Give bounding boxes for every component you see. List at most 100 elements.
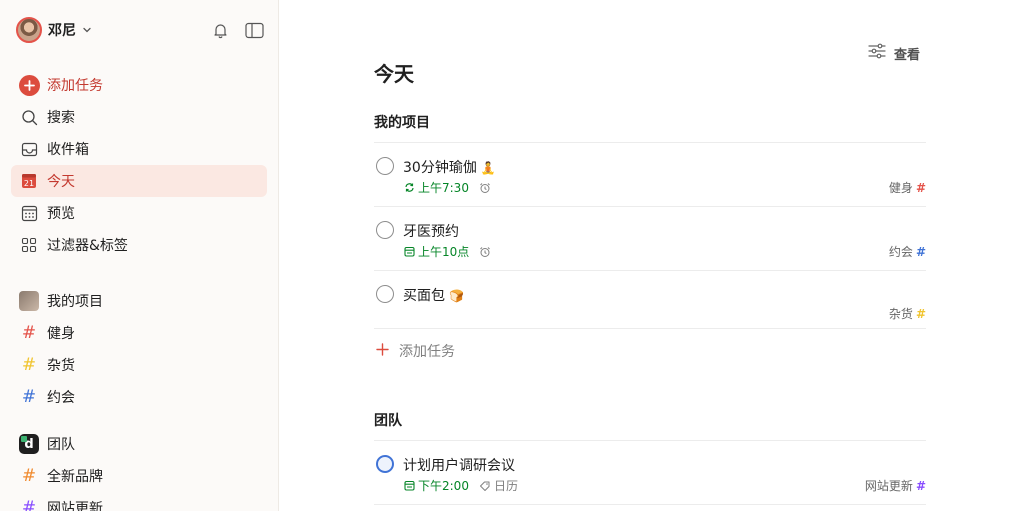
sidebar-item-label: 过滤器&标签 bbox=[47, 238, 128, 254]
task-checkbox[interactable] bbox=[376, 285, 394, 303]
recurring-icon bbox=[405, 183, 414, 192]
page-title: 今天 bbox=[374, 62, 414, 86]
sidebar-item-label: 搜索 bbox=[47, 110, 75, 126]
calendar-grid-icon bbox=[18, 202, 40, 224]
hash-icon: # bbox=[21, 466, 37, 486]
user-name[interactable]: 邓尼 bbox=[48, 20, 76, 40]
user-avatar[interactable] bbox=[16, 17, 42, 43]
task-checkbox[interactable] bbox=[376, 157, 394, 175]
task-name: 买面包 bbox=[403, 288, 445, 304]
team-avatar-letter: d bbox=[24, 436, 34, 452]
hash-icon: # bbox=[915, 181, 926, 195]
task-divider bbox=[374, 328, 926, 329]
section-title-team: 团队 bbox=[374, 413, 402, 429]
main-content: 查看 今天 我的项目 30分钟瑜伽 🧘 上午7:30 健身 # 牙医预约 上午1… bbox=[280, 0, 1021, 511]
sidebar-item-label: 今天 bbox=[47, 174, 75, 190]
sidebar-item-groceries[interactable]: # 杂货 bbox=[11, 349, 267, 381]
task-project-tag[interactable]: 约会 # bbox=[889, 243, 926, 260]
filters-grid-icon bbox=[18, 234, 40, 256]
sidebar-item-website-update[interactable]: # 网站更新 bbox=[11, 492, 267, 511]
hash-icon: # bbox=[21, 387, 37, 407]
bell-icon[interactable] bbox=[210, 20, 230, 40]
sidebar-item-label: 预览 bbox=[47, 206, 75, 222]
task-project: 杂货 bbox=[888, 307, 913, 321]
task-meta: 上午10点 bbox=[404, 243, 491, 260]
task-emoji: 🍞 bbox=[449, 289, 464, 303]
hash-icon: # bbox=[21, 323, 37, 343]
calendar-icon bbox=[404, 480, 415, 491]
hash-icon: # bbox=[21, 355, 37, 375]
task-checkbox[interactable] bbox=[376, 221, 394, 239]
task-name: 30分钟瑜伽 bbox=[403, 160, 477, 176]
view-options-button[interactable]: 查看 bbox=[868, 43, 920, 63]
sidebar-my-projects[interactable]: 我的项目 bbox=[11, 285, 267, 317]
task-date: 上午10点 bbox=[418, 245, 470, 259]
add-task-label: 添加任务 bbox=[399, 344, 455, 360]
inbox-icon bbox=[18, 138, 40, 160]
sidebar-item-search[interactable]: 搜索 bbox=[11, 101, 267, 133]
task-item[interactable]: 30分钟瑜伽 🧘 上午7:30 健身 # bbox=[374, 155, 926, 203]
sidebar: 邓尼 添加任务 搜索 收件箱 21 今天 预览 过滤器&标签 我的项目 # 健身… bbox=[0, 0, 279, 511]
search-icon bbox=[18, 106, 40, 128]
task-project: 健身 bbox=[888, 181, 913, 195]
sidebar-section-label: 我的项目 bbox=[47, 294, 103, 310]
calendar-icon bbox=[404, 246, 415, 257]
sliders-icon bbox=[868, 43, 886, 63]
task-item[interactable]: 计划用户调研会议 下午2:00 日历 网站更新 # bbox=[374, 453, 926, 501]
label-tag-icon bbox=[479, 481, 490, 491]
task-project-tag[interactable]: 健身 # bbox=[889, 179, 926, 196]
task-item[interactable]: 买面包 🍞 杂货 # bbox=[374, 283, 926, 327]
sidebar-item-appointments[interactable]: # 约会 bbox=[11, 381, 267, 413]
alarm-icon bbox=[479, 246, 491, 258]
sidebar-item-label: 杂货 bbox=[47, 358, 75, 374]
sidebar-item-fitness[interactable]: # 健身 bbox=[11, 317, 267, 349]
add-task-label: 添加任务 bbox=[47, 78, 103, 94]
view-label: 查看 bbox=[894, 47, 921, 63]
task-project-tag[interactable]: 杂货 # bbox=[889, 305, 926, 322]
sidebar-section-label: 团队 bbox=[47, 437, 75, 453]
hash-icon: # bbox=[915, 245, 926, 259]
hash-icon: # bbox=[21, 498, 37, 511]
task-divider bbox=[374, 206, 926, 207]
task-project-tag[interactable]: 网站更新 # bbox=[865, 477, 926, 494]
task-checkbox[interactable] bbox=[376, 455, 394, 473]
section-divider bbox=[374, 440, 926, 441]
add-task-inline-button[interactable]: 添加任务 bbox=[376, 341, 455, 361]
alarm-icon bbox=[479, 182, 491, 194]
sidebar-item-today[interactable]: 21 今天 bbox=[11, 165, 267, 197]
sidebar-item-filters[interactable]: 过滤器&标签 bbox=[11, 229, 267, 261]
task-divider bbox=[374, 270, 926, 271]
sidebar-item-label: 网站更新 bbox=[47, 501, 103, 511]
task-item[interactable]: 牙医预约 上午10点 约会 # bbox=[374, 219, 926, 267]
section-divider bbox=[374, 142, 926, 143]
sidebar-item-new-brand[interactable]: # 全新品牌 bbox=[11, 460, 267, 492]
task-name: 计划用户调研会议 bbox=[403, 458, 515, 474]
task-project: 网站更新 bbox=[864, 479, 913, 493]
plus-icon bbox=[376, 342, 389, 360]
hash-icon: # bbox=[915, 307, 926, 321]
task-date: 下午2:00 bbox=[418, 479, 469, 493]
toggle-sidebar-icon[interactable] bbox=[244, 20, 264, 40]
hash-icon: # bbox=[915, 479, 926, 493]
task-name: 牙医预约 bbox=[403, 224, 459, 240]
task-meta: 上午7:30 bbox=[404, 179, 491, 196]
sidebar-team[interactable]: d 团队 bbox=[11, 428, 267, 460]
plus-circle-icon bbox=[18, 74, 40, 96]
task-meta: 下午2:00 日历 bbox=[404, 477, 518, 494]
task-emoji: 🧘 bbox=[480, 161, 496, 175]
sidebar-item-label: 全新品牌 bbox=[47, 469, 103, 485]
sidebar-item-label: 健身 bbox=[47, 326, 75, 342]
task-label: 日历 bbox=[493, 479, 518, 493]
chevron-down-icon[interactable] bbox=[82, 25, 92, 35]
sidebar-item-label: 收件箱 bbox=[47, 142, 89, 158]
calendar-today-icon: 21 bbox=[18, 170, 40, 192]
team-avatar: d bbox=[19, 434, 39, 454]
sidebar-item-inbox[interactable]: 收件箱 bbox=[11, 133, 267, 165]
svg-text:21: 21 bbox=[24, 179, 34, 188]
add-task-button[interactable]: 添加任务 bbox=[11, 69, 267, 101]
sidebar-item-label: 约会 bbox=[47, 390, 75, 406]
task-date: 上午7:30 bbox=[418, 181, 469, 195]
section-title-my-projects: 我的项目 bbox=[374, 115, 430, 131]
sidebar-item-upcoming[interactable]: 预览 bbox=[11, 197, 267, 229]
project-avatar bbox=[19, 291, 39, 311]
